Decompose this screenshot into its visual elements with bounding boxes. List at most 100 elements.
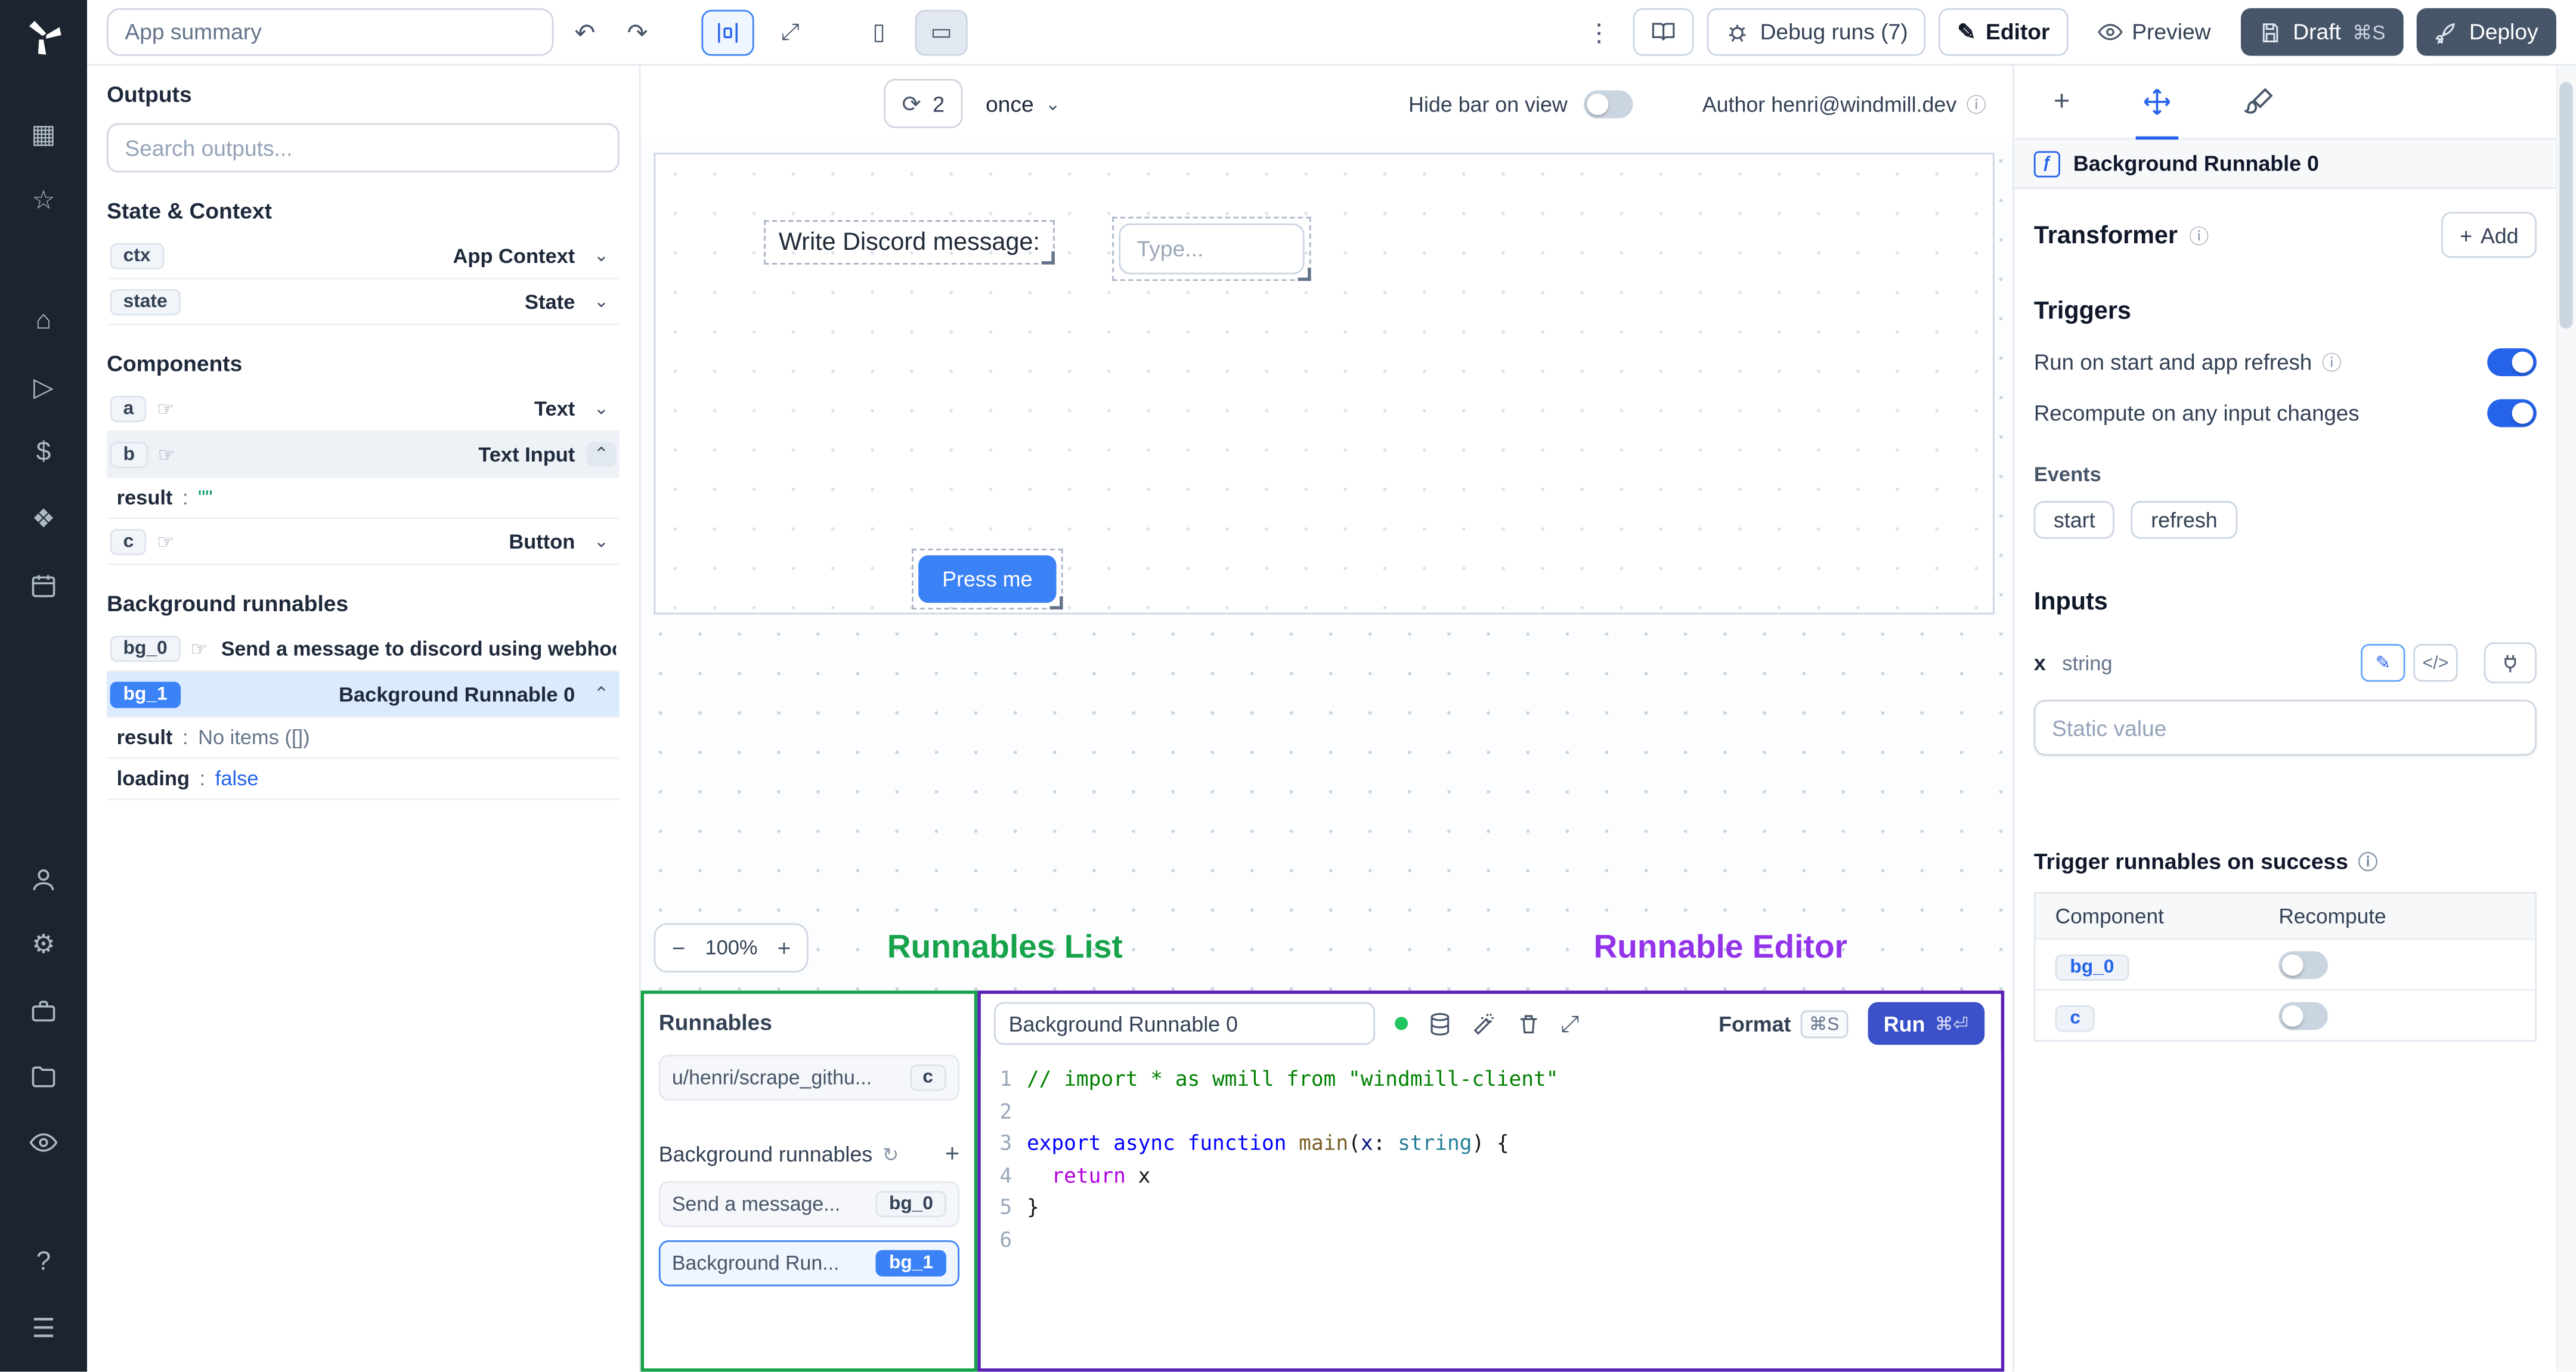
runnable-item-bg0[interactable]: Send a message... bg_0	[658, 1181, 959, 1228]
eval-mode-button[interactable]: </>	[2413, 643, 2458, 682]
button-component[interactable]: Press me	[912, 549, 1063, 610]
bg0-recompute-toggle[interactable]	[2278, 950, 2328, 978]
bg0-badge: bg_0	[110, 634, 181, 661]
align-columns-icon[interactable]	[701, 9, 754, 55]
fullscreen-icon[interactable]: ⤢	[764, 9, 817, 55]
info-icon[interactable]: ⓘ	[2189, 221, 2209, 249]
undo-icon[interactable]: ↶	[563, 9, 606, 55]
text-component[interactable]: Write Discord message:	[764, 220, 1055, 265]
app-canvas[interactable]: Write Discord message: Press me	[654, 153, 1995, 615]
settings-gear-icon[interactable]: ⚙	[20, 922, 66, 968]
variables-icon[interactable]: $	[20, 431, 66, 476]
scrollbar-thumb[interactable]	[2559, 82, 2573, 329]
mobile-view-icon[interactable]: ▯	[852, 9, 906, 55]
audit-eye-icon[interactable]	[20, 1119, 66, 1165]
chevron-up-icon[interactable]: ⌃	[587, 683, 617, 705]
hand-pointer-icon[interactable]: ☞	[157, 397, 175, 420]
draft-button[interactable]: Draft ⌘S	[2240, 8, 2404, 56]
hide-bar-toggle[interactable]	[1584, 89, 1633, 117]
output-row-bg1[interactable]: bg_1 Background Runnable 0 ⌃	[107, 671, 620, 718]
desktop-view-icon[interactable]: ▭	[915, 9, 968, 55]
app-summary-input[interactable]	[107, 8, 554, 56]
home-icon[interactable]: ⌂	[20, 299, 66, 345]
logs-icon[interactable]: ☰	[20, 1306, 66, 1352]
info-icon[interactable]: ⓘ	[2358, 848, 2377, 876]
insert-component-tab[interactable]: +	[2054, 65, 2070, 139]
hand-pointer-icon[interactable]: ☞	[158, 442, 176, 466]
help-icon[interactable]: ?	[20, 1240, 66, 1286]
windmill-logo-icon[interactable]	[22, 17, 65, 60]
output-row-b[interactable]: b ☞ Text Input ⌃	[107, 432, 620, 478]
pen-icon: ✎	[2375, 654, 2391, 674]
type-input[interactable]	[1119, 223, 1305, 275]
component-settings-tab[interactable]	[2135, 65, 2179, 139]
c-recompute-toggle[interactable]	[2278, 1001, 2328, 1030]
resize-handle[interactable]	[1298, 268, 1311, 281]
docs-book-button[interactable]	[1633, 8, 1695, 56]
event-chip-start[interactable]: start	[2033, 501, 2115, 539]
frequency-dropdown[interactable]: once ⌄	[986, 91, 1060, 116]
result-value: No items ([])	[198, 726, 310, 750]
press-me-button[interactable]: Press me	[918, 555, 1057, 603]
favorites-star-icon[interactable]: ☆	[20, 178, 66, 224]
c-badge[interactable]: c	[2055, 1004, 2095, 1031]
styling-tab[interactable]	[2244, 65, 2274, 139]
runs-icon[interactable]: ▷	[20, 365, 66, 411]
user-icon[interactable]	[20, 856, 66, 902]
input-name: x	[2033, 651, 2046, 676]
hand-pointer-icon[interactable]: ☞	[190, 637, 208, 660]
expand-icon[interactable]: ⤢	[1561, 1009, 1579, 1037]
zoom-out-icon[interactable]: −	[671, 934, 686, 961]
resize-handle[interactable]	[1049, 596, 1063, 610]
bg0-label: Send a message to discord using webhoo	[221, 636, 617, 660]
runnable-item-bg1-selected[interactable]: Background Run... bg_1	[658, 1240, 959, 1287]
cache-icon[interactable]	[1428, 1011, 1452, 1036]
output-row-a[interactable]: a ☞ Text ⌄	[107, 386, 620, 432]
deploy-button[interactable]: Deploy	[2416, 8, 2556, 56]
chevron-down-icon[interactable]: ⌄	[587, 291, 617, 312]
redo-icon[interactable]: ↷	[616, 9, 659, 55]
output-row-ctx[interactable]: ctx App Context ⌄	[107, 233, 620, 280]
apps-grid-icon[interactable]: ▦	[20, 112, 66, 157]
text-input-component[interactable]	[1112, 216, 1311, 281]
output-row-bg0[interactable]: bg_0 ☞ Send a message to discord using w…	[107, 626, 620, 672]
search-outputs-input[interactable]	[107, 123, 620, 173]
run-on-start-toggle[interactable]	[2487, 348, 2537, 376]
add-background-runnable-icon[interactable]: +	[945, 1140, 959, 1168]
info-icon[interactable]: ⓘ	[2322, 348, 2342, 376]
preview-tab-button[interactable]: Preview	[2080, 8, 2228, 56]
resources-icon[interactable]: ❖	[20, 496, 66, 542]
add-transformer-button[interactable]: + Add	[2441, 212, 2537, 258]
hand-pointer-icon[interactable]: ☞	[157, 530, 175, 553]
connect-input-button[interactable]	[2484, 642, 2537, 684]
debug-runs-button[interactable]: Debug runs (7)	[1707, 8, 1926, 56]
event-chip-refresh[interactable]: refresh	[2131, 501, 2237, 539]
resize-handle[interactable]	[1041, 251, 1055, 265]
schedules-icon[interactable]	[20, 562, 66, 608]
recompute-on-change-toggle[interactable]	[2487, 399, 2537, 428]
editor-tab-button[interactable]: ✎ Editor	[1939, 8, 2068, 56]
runnable-label: u/henri/scrape_githu...	[671, 1066, 872, 1089]
ai-wand-icon[interactable]	[1472, 1011, 1497, 1036]
static-value-input[interactable]	[2033, 699, 2537, 756]
runnable-item-script[interactable]: u/henri/scrape_githu... c	[658, 1054, 959, 1101]
format-button[interactable]: Format ⌘S	[1719, 1009, 1848, 1037]
info-icon[interactable]: ⓘ	[1967, 89, 1986, 117]
chevron-down-icon[interactable]: ⌄	[587, 398, 617, 419]
output-row-state[interactable]: state State ⌄	[107, 279, 620, 326]
code-editor[interactable]: 12 34 56 // import * as wmill from "wind…	[980, 1053, 2001, 1368]
run-button[interactable]: Run ⌘⏎	[1867, 1002, 1985, 1045]
folders-icon[interactable]	[20, 1053, 66, 1099]
kebab-menu-icon[interactable]: ⋮	[1577, 9, 1621, 55]
trash-icon[interactable]	[1516, 1011, 1541, 1036]
zoom-in-icon[interactable]: +	[777, 934, 791, 961]
bg0-badge[interactable]: bg_0	[2055, 953, 2129, 980]
refresh-count-button[interactable]: ⟳ 2	[884, 79, 963, 128]
chevron-down-icon[interactable]: ⌄	[587, 245, 617, 266]
workers-icon[interactable]	[20, 987, 66, 1033]
chevron-down-icon[interactable]: ⌄	[587, 531, 617, 552]
runnable-name-input[interactable]	[993, 1002, 1376, 1045]
static-mode-button[interactable]: ✎	[2361, 643, 2405, 682]
output-row-c[interactable]: c ☞ Button ⌄	[107, 519, 620, 565]
chevron-up-icon[interactable]: ⌃	[586, 442, 617, 467]
